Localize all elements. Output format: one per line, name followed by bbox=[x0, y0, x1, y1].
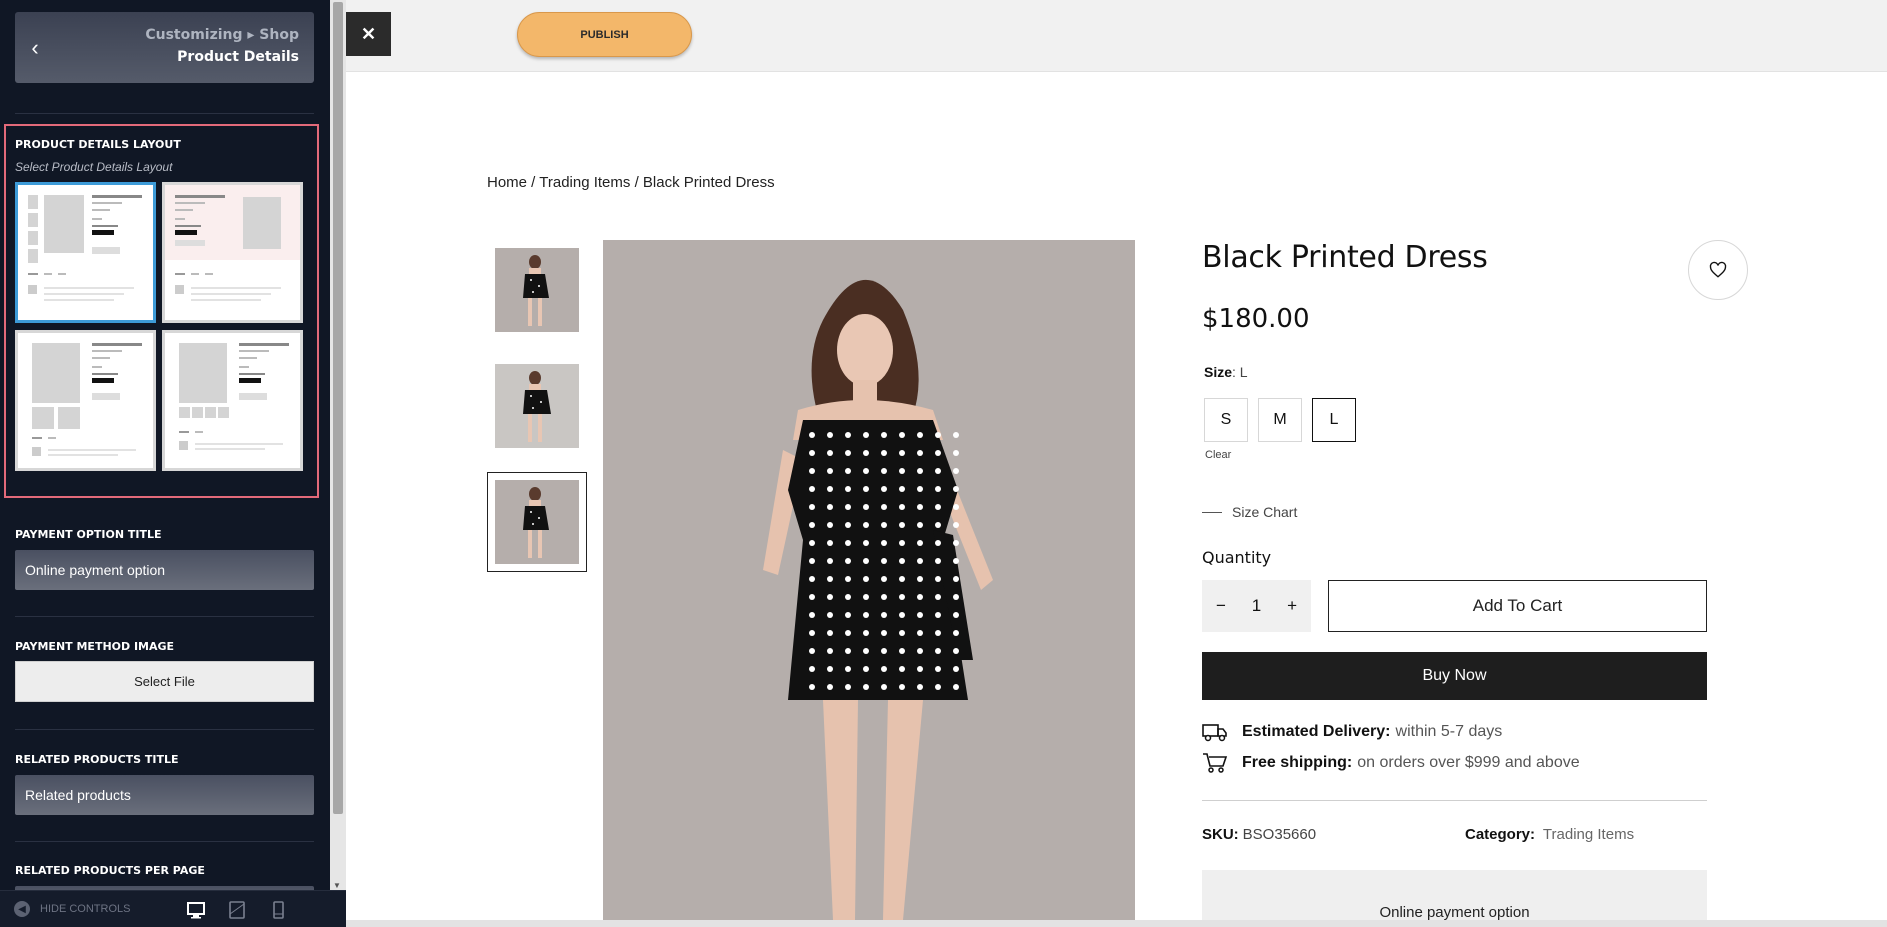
layout-label: PRODUCT DETAILS LAYOUT bbox=[15, 138, 181, 151]
product-price: $180.00 bbox=[1202, 304, 1310, 334]
buy-now-button[interactable]: Buy Now bbox=[1202, 652, 1707, 700]
breadcrumb-category[interactable]: Trading Items bbox=[539, 174, 630, 191]
minus-icon[interactable]: − bbox=[1216, 596, 1226, 616]
quantity-stepper: − 1 + bbox=[1202, 580, 1311, 632]
category-row: Category: Trading Items bbox=[1465, 826, 1634, 843]
size-option-l[interactable]: L bbox=[1312, 398, 1356, 442]
payment-method-image-label: PAYMENT METHOD IMAGE bbox=[15, 640, 175, 653]
hide-controls-button[interactable]: ◀ HIDE CONTROLS bbox=[14, 901, 130, 917]
gallery-thumbnail-3[interactable] bbox=[487, 472, 587, 572]
divider bbox=[15, 113, 314, 114]
chevron-left-icon: ‹ bbox=[31, 34, 39, 60]
product-title: Black Printed Dress bbox=[1202, 240, 1488, 275]
gallery-thumbnail-1[interactable] bbox=[487, 240, 587, 340]
breadcrumb-parent: Customizing ▸ Shop bbox=[145, 27, 299, 43]
breadcrumb-separator: / bbox=[527, 174, 540, 191]
scrollbar-thumb[interactable] bbox=[333, 2, 343, 814]
wishlist-button[interactable] bbox=[1688, 240, 1748, 300]
truck-icon bbox=[1202, 724, 1227, 742]
payment-option-title: Online payment option bbox=[1379, 904, 1530, 921]
free-shipping-row: Free shipping: on orders over $999 and a… bbox=[1202, 752, 1580, 774]
size-option-s[interactable]: S bbox=[1204, 398, 1248, 442]
layout-4-preview bbox=[179, 343, 289, 450]
sku-value: BSO35660 bbox=[1242, 826, 1317, 843]
quantity-label: Quantity bbox=[1202, 548, 1272, 567]
sidebar-scrollbar[interactable]: ▲ ▼ bbox=[330, 0, 346, 890]
divider bbox=[15, 841, 314, 842]
payment-option-title-input[interactable]: Online payment option bbox=[15, 550, 314, 590]
layout-2-preview bbox=[165, 185, 300, 301]
select-file-button[interactable]: Select File bbox=[15, 661, 314, 702]
shipping-value: on orders over $999 and above bbox=[1357, 754, 1580, 771]
related-products-per-page-label: RELATED PRODUCTS PER PAGE bbox=[15, 864, 205, 877]
quantity-value[interactable]: 1 bbox=[1252, 596, 1261, 616]
breadcrumb-separator: / bbox=[630, 174, 643, 191]
related-products-title-label: RELATED PRODUCTS TITLE bbox=[15, 753, 179, 766]
divider bbox=[1202, 800, 1707, 801]
breadcrumb-home[interactable]: Home bbox=[487, 174, 527, 191]
customizer-breadcrumb: Customizing ▸ Shop Product Details bbox=[145, 27, 299, 65]
preview-scroll-edge bbox=[346, 920, 1887, 927]
breadcrumb-current: Black Printed Dress bbox=[642, 174, 775, 191]
delivery-value: within 5-7 days bbox=[1395, 723, 1503, 740]
sidebar-header: ‹ Customizing ▸ Shop Product Details bbox=[15, 12, 314, 83]
layout-1-preview bbox=[28, 195, 142, 301]
layout-3-preview bbox=[32, 343, 142, 456]
shipping-label: Free shipping: bbox=[1242, 754, 1353, 771]
close-icon: ✕ bbox=[360, 23, 377, 44]
category-label: Category: bbox=[1465, 826, 1536, 843]
layout-option-4[interactable] bbox=[162, 330, 303, 471]
payment-option-title-label: PAYMENT OPTION TITLE bbox=[15, 528, 162, 541]
customizer-sidebar: ‹ Customizing ▸ Shop Product Details PRO… bbox=[0, 0, 346, 927]
layout-option-1[interactable] bbox=[15, 182, 156, 323]
gallery-thumbnail-2[interactable] bbox=[487, 356, 587, 456]
back-button[interactable]: ‹ bbox=[15, 12, 55, 83]
layout-option-3[interactable] bbox=[15, 330, 156, 471]
product-photo bbox=[763, 279, 993, 920]
size-chart-label: Size Chart bbox=[1232, 504, 1298, 520]
preview-topbar: ✕ PUBLISH bbox=[346, 0, 1887, 72]
section-title: Product Details bbox=[177, 49, 299, 65]
cart-icon bbox=[1203, 753, 1228, 773]
heart-icon bbox=[1709, 261, 1727, 278]
category-value[interactable]: Trading Items bbox=[1543, 826, 1634, 843]
estimated-delivery-row: Estimated Delivery: within 5-7 days bbox=[1202, 721, 1502, 743]
size-selected-value: : L bbox=[1232, 364, 1248, 380]
desktop-icon[interactable] bbox=[186, 900, 206, 920]
size-chart-link[interactable]: Size Chart bbox=[1202, 504, 1297, 520]
layout-option-2[interactable] bbox=[162, 182, 303, 323]
hide-controls-label: HIDE CONTROLS bbox=[40, 903, 131, 915]
close-button[interactable]: ✕ bbox=[346, 12, 391, 56]
dash-icon bbox=[1202, 511, 1222, 513]
add-to-cart-button[interactable]: Add To Cart bbox=[1328, 580, 1707, 632]
sku-row: SKU: BSO35660 bbox=[1202, 826, 1316, 843]
clear-size-link[interactable]: Clear bbox=[1205, 449, 1231, 461]
divider bbox=[15, 616, 314, 617]
publish-button[interactable]: PUBLISH bbox=[517, 12, 692, 57]
main-product-image[interactable] bbox=[603, 240, 1135, 920]
thumbnail-image bbox=[495, 248, 579, 332]
size-label: Size: L bbox=[1204, 364, 1248, 380]
thumbnail-image bbox=[495, 480, 579, 564]
plus-icon[interactable]: + bbox=[1287, 596, 1297, 616]
scroll-down-icon[interactable]: ▼ bbox=[333, 881, 341, 890]
divider bbox=[15, 729, 314, 730]
sku-label: SKU: bbox=[1202, 826, 1239, 843]
collapse-icon: ◀ bbox=[14, 901, 30, 917]
related-products-title-input[interactable]: Related products bbox=[15, 775, 314, 815]
product-breadcrumb: Home / Trading Items / Black Printed Dre… bbox=[487, 174, 775, 191]
tablet-icon[interactable] bbox=[227, 900, 247, 920]
size-option-m[interactable]: M bbox=[1258, 398, 1302, 442]
mobile-icon[interactable] bbox=[268, 900, 288, 920]
layout-sublabel: Select Product Details Layout bbox=[15, 160, 173, 174]
size-label-text: Size bbox=[1204, 364, 1233, 380]
thumbnail-image bbox=[495, 364, 579, 448]
payment-option-panel: Online payment option bbox=[1202, 870, 1707, 927]
delivery-label: Estimated Delivery: bbox=[1242, 723, 1391, 740]
customizer-footer: ◀ HIDE CONTROLS bbox=[0, 890, 346, 927]
